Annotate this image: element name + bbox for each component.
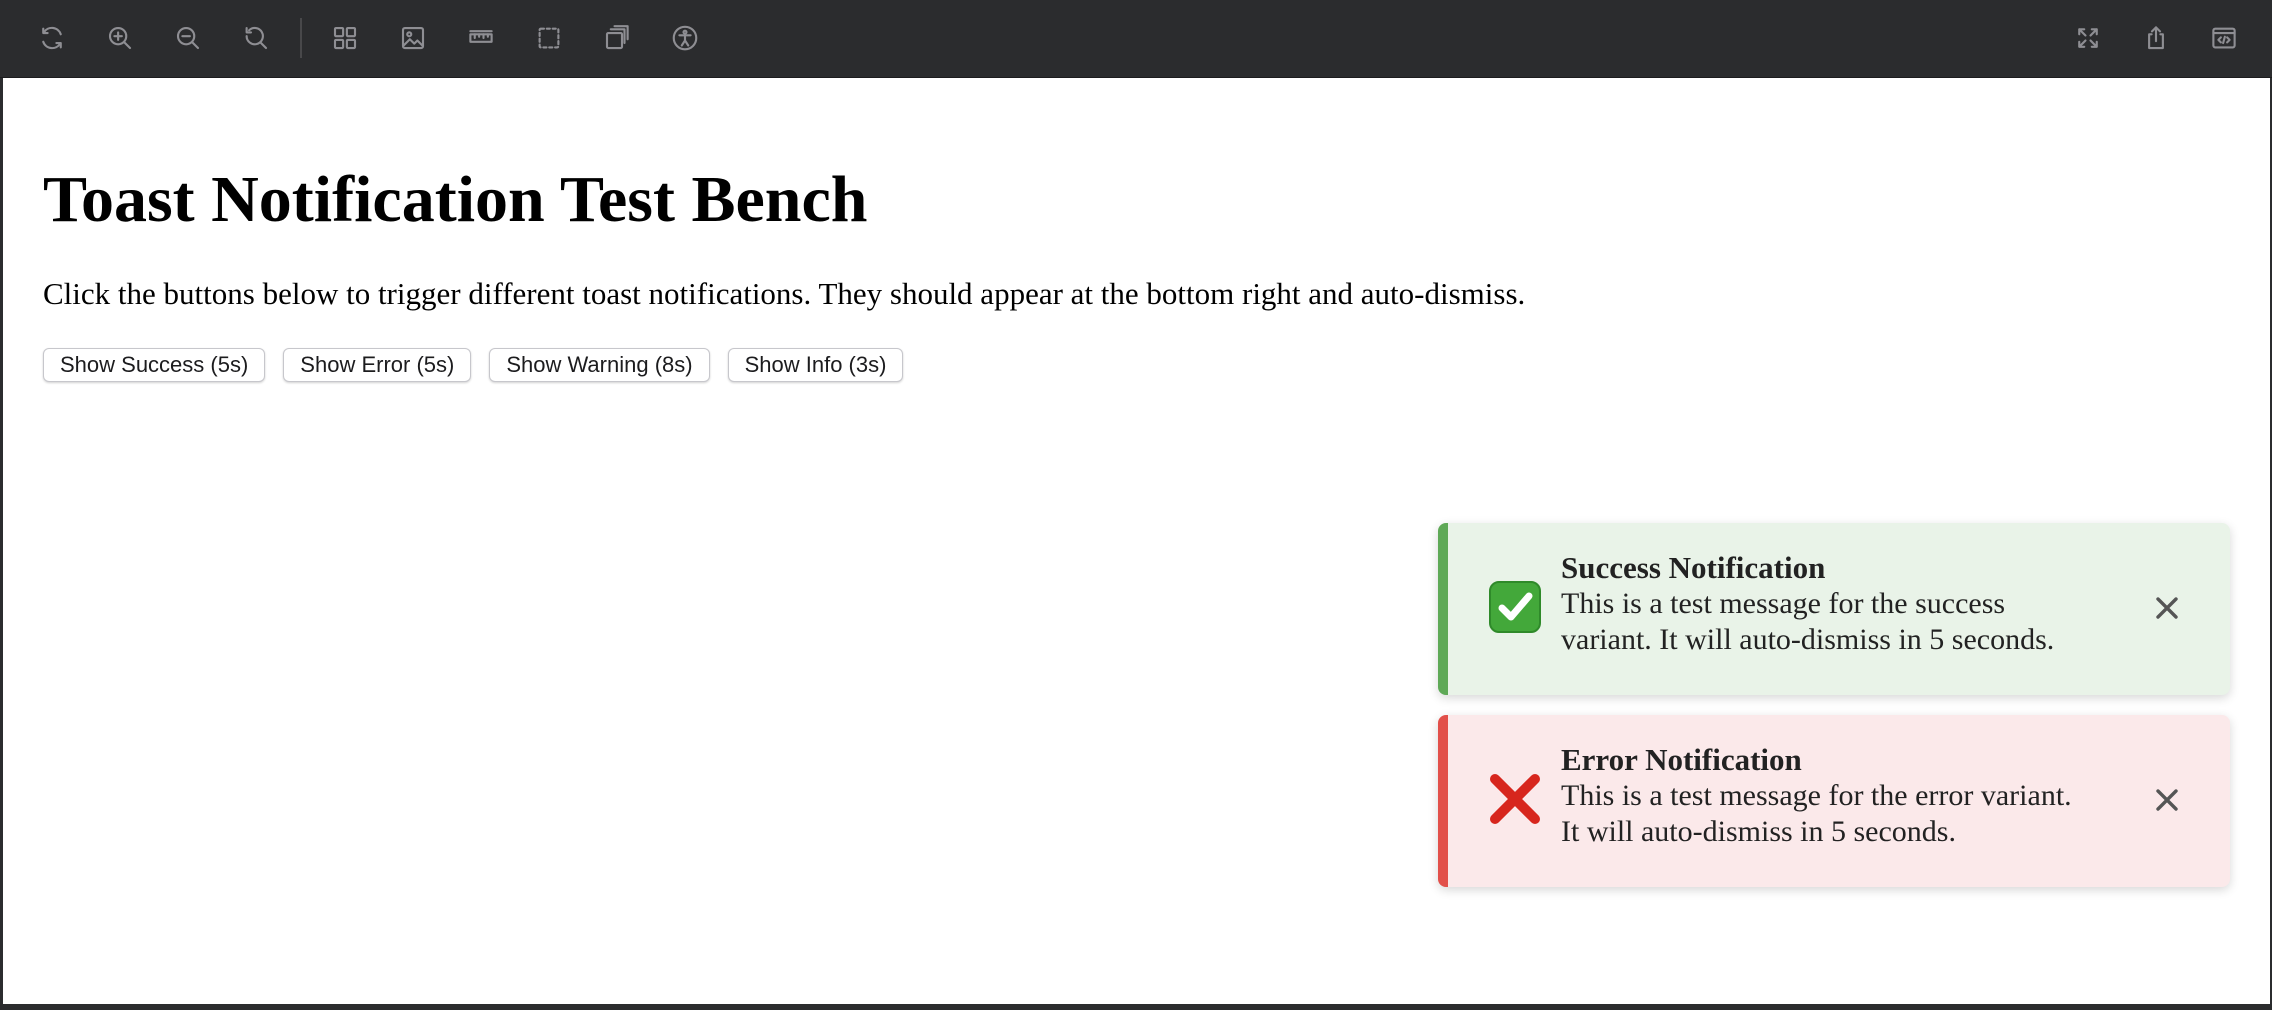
ruler-icon[interactable] bbox=[461, 18, 501, 58]
toast-content: Error Notification This is a test messag… bbox=[1561, 742, 2141, 850]
toolbar-divider bbox=[300, 18, 302, 58]
toast-message: This is a test message for the error var… bbox=[1561, 778, 2141, 850]
refresh-icon[interactable] bbox=[32, 18, 72, 58]
trigger-button-row: Show Success (5s) Show Error (5s) Show W… bbox=[43, 348, 904, 382]
toast-content: Success Notification This is a test mess… bbox=[1561, 550, 2141, 658]
selection-icon[interactable] bbox=[529, 18, 569, 58]
close-icon[interactable] bbox=[2152, 785, 2182, 815]
toast-message-line: variant. It will auto-dismiss in 5 secon… bbox=[1561, 623, 2055, 656]
page-title: Toast Notification Test Bench bbox=[43, 163, 868, 236]
zoom-out-icon[interactable] bbox=[168, 18, 208, 58]
layers-icon[interactable] bbox=[597, 18, 637, 58]
image-icon[interactable] bbox=[393, 18, 433, 58]
cross-icon bbox=[1488, 772, 1542, 826]
zoom-in-icon[interactable] bbox=[100, 18, 140, 58]
page-description: Click the buttons below to trigger diffe… bbox=[43, 276, 1526, 311]
accessibility-icon[interactable] bbox=[665, 18, 705, 58]
reset-zoom-icon[interactable] bbox=[236, 18, 276, 58]
show-info-button[interactable]: Show Info (3s) bbox=[727, 348, 904, 382]
toast-message: This is a test message for the success v… bbox=[1561, 586, 2141, 658]
toast-message-line: This is a test message for the error var… bbox=[1561, 779, 2072, 812]
share-icon[interactable] bbox=[2136, 18, 2176, 58]
toast-title: Success Notification bbox=[1561, 550, 1826, 585]
fullscreen-icon[interactable] bbox=[2068, 18, 2108, 58]
toast-message-line: This is a test message for the success bbox=[1561, 587, 2006, 620]
toast-message-line: It will auto-dismiss in 5 seconds. bbox=[1561, 815, 1956, 848]
show-success-button[interactable]: Show Success (5s) bbox=[43, 348, 266, 382]
error-toast: Error Notification This is a test messag… bbox=[1438, 715, 2230, 887]
grid-icon[interactable] bbox=[325, 18, 365, 58]
show-warning-button[interactable]: Show Warning (8s) bbox=[489, 348, 710, 382]
viewer-toolbar bbox=[0, 0, 2272, 78]
code-view-icon[interactable] bbox=[2204, 18, 2244, 58]
show-error-button[interactable]: Show Error (5s) bbox=[283, 348, 472, 382]
close-icon[interactable] bbox=[2152, 593, 2182, 623]
success-toast: Success Notification This is a test mess… bbox=[1438, 523, 2230, 695]
check-icon bbox=[1488, 580, 1542, 634]
toast-title: Error Notification bbox=[1561, 742, 1802, 777]
